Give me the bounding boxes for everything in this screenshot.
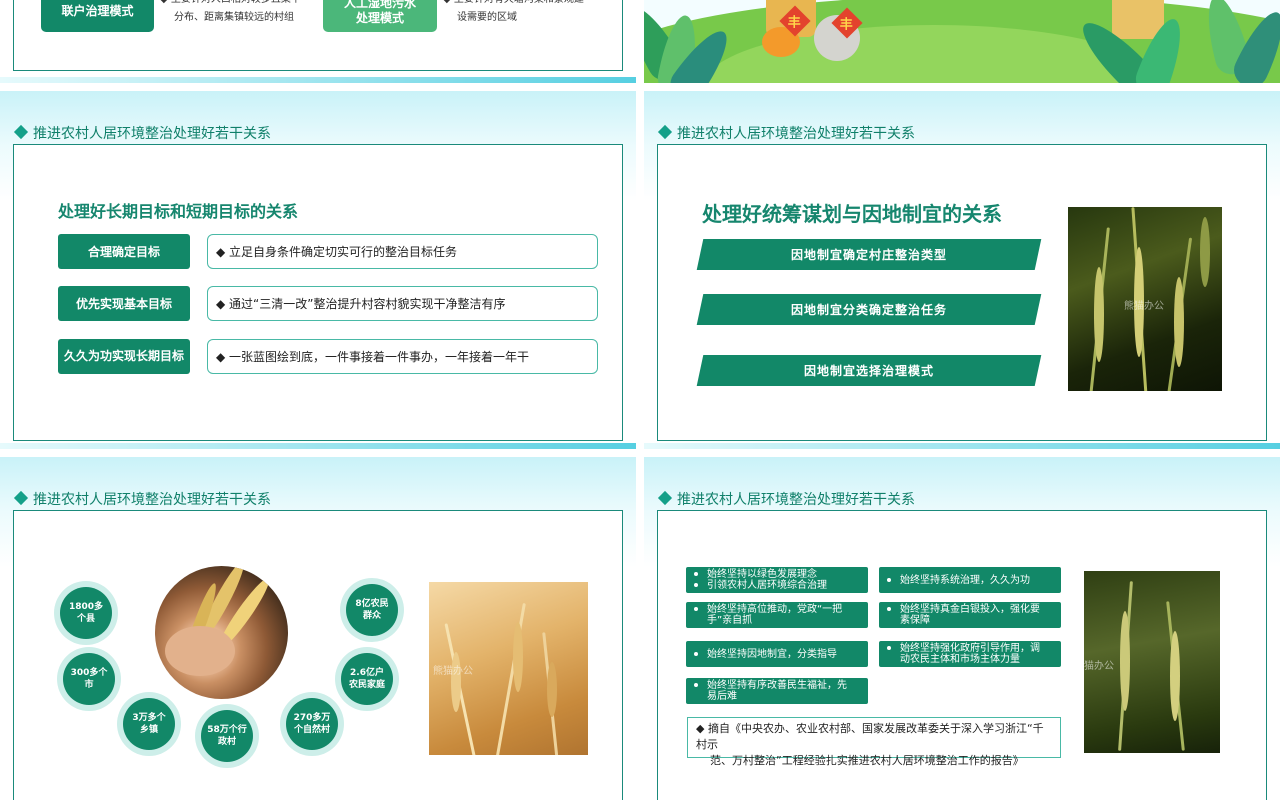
stat-counties: 1800多个县 xyxy=(60,587,112,639)
slide-header: 推进农村人居环境整治处理好若干关系 xyxy=(13,123,271,143)
principle-item: 始终坚持因地制宜，分类指导 xyxy=(686,641,868,667)
hand-wheat-photo xyxy=(155,566,288,699)
slide-thumbnail-3[interactable]: 推进农村人居环境整治处理好若干关系 处理好长期目标和短期目标的关系 合理确定目标… xyxy=(0,91,636,449)
goal-label: 久久为功实现长期目标 xyxy=(58,339,190,374)
mode-desc-wetland: ◆ 主要针对有天塘沟渠和景观建 设需要的区域 xyxy=(443,0,584,23)
diamond-icon xyxy=(657,490,673,506)
goal-text: ◆ 通过“三清一改”整治提升村容村貌实现干净整洁有序 xyxy=(207,286,598,321)
slide-header: 推进农村人居环境整治处理好若干关系 xyxy=(657,123,915,143)
strategy-item: 因地制宜选择治理模式 xyxy=(696,355,1042,386)
diamond-icon xyxy=(13,490,29,506)
goal-label: 合理确定目标 xyxy=(58,234,190,269)
principle-item: 始终坚持强化政府引导作用，调 动农民主体和市场主体力量 xyxy=(879,641,1061,667)
mode-label-joint: 联户治理模式 xyxy=(41,0,154,32)
diamond-icon xyxy=(13,124,29,140)
slide-thumbnail-2[interactable]: 丰 丰 xyxy=(644,0,1280,83)
mode-label-wetland: 人工湿地污水 处理模式 xyxy=(323,0,437,32)
wheat-field-photo: 熊猫办公 xyxy=(429,582,588,755)
slide-bottom-strip xyxy=(0,443,636,449)
principle-item: 始终坚持高位推动，党政“一把 手”亲自抓 xyxy=(686,602,868,628)
slide-bottom-strip xyxy=(0,77,636,83)
slide-thumbnail-6[interactable]: 推进农村人居环境整治处理好若干关系 始终坚持以绿色发展理念 引领农村人居环境综合… xyxy=(644,457,1280,800)
stat-natural-villages: 270多万个自然村 xyxy=(286,698,338,750)
principle-item: 始终坚持系统治理，久久为功 xyxy=(879,567,1061,593)
diamond-icon xyxy=(657,124,673,140)
goal-text: ◆ 一张蓝图绘到底，一件事接着一件事办，一年接着一年干 xyxy=(207,339,598,374)
slide-thumbnail-4[interactable]: 推进农村人居环境整治处理好若干关系 处理好统筹谋划与因地制宜的关系 因地制宜确定… xyxy=(644,91,1280,449)
strategy-item: 因地制宜确定村庄整治类型 xyxy=(696,239,1042,270)
mode-desc-joint: ◆ 主要针对人口相对较多且集中 分布、距离集镇较远的村组 xyxy=(160,0,301,23)
stat-admin-villages: 58万个行政村 xyxy=(201,710,253,762)
section-title: 处理好长期目标和短期目标的关系 xyxy=(58,202,299,221)
stat-cities: 300多个市 xyxy=(63,653,115,705)
source-quote: ◆ 摘自《中央农办、农业农村部、国家发展改革委关于深入学习浙江“千村示 范、万村… xyxy=(687,717,1061,767)
principle-item: 始终坚持有序改善民生福祉，先 易后难 xyxy=(686,678,868,704)
slide-header: 推进农村人居环境整治处理好若干关系 xyxy=(13,489,271,509)
stat-households: 2.6亿户农民家庭 xyxy=(341,653,393,705)
principle-item: 始终坚持真金白银投入，强化要 素保障 xyxy=(879,602,1061,628)
goal-label: 优先实现基本目标 xyxy=(58,286,190,321)
stat-farmers: 8亿农民群众 xyxy=(346,584,398,636)
slide-header: 推进农村人居环境整治处理好若干关系 xyxy=(657,489,915,509)
slide-thumbnail-5[interactable]: 推进农村人居环境整治处理好若干关系 1800多个县 300多个市 3万多个乡镇 … xyxy=(0,457,636,800)
strategy-item: 因地制宜分类确定整治任务 xyxy=(696,294,1042,325)
section-title: 处理好统筹谋划与因地制宜的关系 xyxy=(702,202,1002,226)
principle-item: 始终坚持以绿色发展理念 引领农村人居环境综合治理 xyxy=(686,567,868,593)
wheat-photo: 熊猫办公 xyxy=(1068,207,1222,391)
goal-text: ◆ 立足自身条件确定切实可行的整治目标任务 xyxy=(207,234,598,269)
slide-thumbnail-1[interactable]: 联户治理模式 ◆ 主要针对人口相对较多且集中 分布、距离集镇较远的村组 人工湿地… xyxy=(0,0,636,83)
wheat-closeup-photo: 熊猫办公 xyxy=(1084,571,1220,753)
stat-towns: 3万多个乡镇 xyxy=(123,698,175,750)
slide-bottom-strip xyxy=(644,443,1280,449)
